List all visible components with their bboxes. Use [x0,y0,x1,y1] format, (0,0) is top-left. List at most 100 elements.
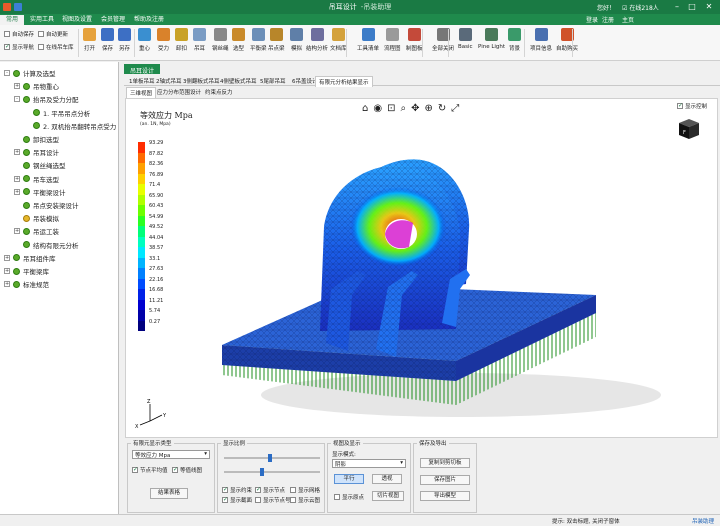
show-origin-checkbox[interactable]: 显示原点 [334,493,364,501]
slice-view-button[interactable]: 切片视图 [372,491,404,501]
minimize-button[interactable]: – [670,1,684,13]
tool-16[interactable]: 制图板 [406,28,423,58]
tree-item-16[interactable]: + 标准规范 [4,279,49,289]
show-nav-checkbox[interactable]: 显示导航 [4,43,34,51]
tree-item-14[interactable]: + 吊耳组件库 [4,253,56,263]
tree-item-7[interactable]: 钢丝绳选型 [14,160,66,170]
tool-17[interactable]: 全部关闭 [432,28,454,58]
show-mesh-box[interactable] [290,487,296,493]
expand-icon[interactable]: + [14,228,20,235]
show-constraint-box[interactable] [222,486,228,493]
tool-15[interactable]: 流程图 [384,28,401,58]
fe-type-select[interactable]: 等效应力 Mpa ▾ [132,450,210,459]
online-crane-box[interactable] [38,44,44,50]
tool-12[interactable]: 结构分析 [306,28,328,58]
collapse-icon[interactable]: - [14,96,20,103]
menu-member[interactable]: 会员管理 [95,15,131,25]
tree-item-9[interactable]: + 平衡梁设计 [14,187,66,197]
tool-10[interactable]: 吊点梁 [268,28,285,58]
scale-slider-1[interactable] [224,454,320,462]
scale-slider-2[interactable] [224,468,320,476]
fea-model[interactable]: Z Y X [126,99,718,438]
show-node-number-checkbox[interactable]: 显示节点号 [255,496,291,504]
tool-13[interactable]: 文档库 [330,28,347,58]
auto-save-checkbox[interactable]: 自动保存 [4,30,34,38]
tool-9[interactable]: 平衡梁 [250,28,267,58]
display-mode-select[interactable]: 阴影 ▾ [332,459,406,468]
tree-item-12[interactable]: + 吊运工装 [14,226,59,236]
scale-slider-2-thumb[interactable] [260,468,264,476]
contour-box[interactable] [172,466,178,473]
collapse-icon[interactable]: - [4,70,10,76]
result-table-button[interactable]: 结果表格 [150,488,188,499]
tool-14[interactable]: 工具清单 [357,28,379,58]
tree-item-4[interactable]: 2. 双机抬吊翻转吊点受力 [24,121,116,131]
tree-item-15[interactable]: + 平衡梁库 [4,266,49,276]
tree-item-13[interactable]: 结构有限元分析 [14,240,79,250]
expand-icon[interactable]: + [14,175,20,182]
scale-slider-1-thumb[interactable] [268,454,272,462]
show-node-number-box[interactable] [255,497,261,503]
tool-0[interactable]: 打开 [83,28,96,58]
node-avg-box[interactable] [132,466,138,473]
expand-icon[interactable]: + [14,83,20,90]
show-cloud-checkbox[interactable]: 显示云图 [290,496,320,504]
3d-viewport[interactable]: ⌂ ◉ ⊡ ⌕ ✥ ⊕ ↻ ⤢ 显示控制 F 等效应力 Mpa (an. 1N,… [125,98,718,438]
show-section-checkbox[interactable]: 显示截面 [222,496,252,504]
design-tab-6[interactable]: 有限元分析结果显示 [315,76,373,87]
show-constraint-checkbox[interactable]: 显示约束 [222,486,252,494]
tool-20[interactable]: 背景 [508,28,521,58]
menu-help[interactable]: 帮助及注册 [128,15,170,25]
menu-view-settings[interactable]: 视图及设置 [56,15,98,25]
tool-19[interactable]: Pine Light [478,28,505,58]
show-mesh-checkbox[interactable]: 显示网格 [290,486,320,494]
save-image-button[interactable]: 保存图片 [420,475,470,485]
auto-save-box[interactable] [4,31,10,37]
tool-6[interactable]: 吊耳 [193,28,206,58]
tree-item-0[interactable]: - 计算及选型 [4,68,56,78]
close-button[interactable]: ✕ [702,1,716,13]
parallel-button[interactable]: 平行 [334,474,364,484]
tool-3[interactable]: 重心 [138,28,151,58]
show-origin-box[interactable] [334,494,340,500]
tree-item-10[interactable]: 吊点安装梁设计 [14,200,79,210]
show-nodes-box[interactable] [255,486,261,493]
expand-icon[interactable]: + [4,268,10,274]
tree-item-1[interactable]: + 吊物重心 [14,81,59,91]
tool-1[interactable]: 保存 [101,28,114,58]
tool-4[interactable]: 受力 [157,28,170,58]
tool-2[interactable]: 另存 [118,28,131,58]
tool-5[interactable]: 卸扣 [175,28,188,58]
tool-22[interactable]: 自助购买 [556,28,578,58]
menu-common[interactable]: 常用 [0,15,25,25]
result-tab-1[interactable]: 应力分布范围设计 [154,87,204,97]
menu-tools[interactable]: 实用工具 [24,15,60,25]
status-brand[interactable]: 吊装助理 [692,517,714,525]
copy-clipboard-button[interactable]: 复制到剪切板 [420,458,470,468]
auto-update-checkbox[interactable]: 自动更新 [38,30,68,38]
tool-11[interactable]: 模拟 [290,28,303,58]
maximize-button[interactable]: □ [685,1,699,13]
show-section-box[interactable] [222,496,228,503]
expand-icon[interactable]: + [14,149,20,156]
expand-icon[interactable]: + [14,188,20,195]
tree-item-11[interactable]: 吊装模拟 [14,213,59,223]
show-cloud-box[interactable] [290,497,296,503]
tool-7[interactable]: 钢丝绳 [212,28,229,58]
tree-item-2[interactable]: - 抬吊及受力分配 [14,94,79,104]
login-link[interactable]: 登录 [586,15,598,24]
tool-8[interactable]: 选型 [232,28,245,58]
tool-21[interactable]: 项目信息 [530,28,552,58]
show-nodes-checkbox[interactable]: 显示节点 [255,486,285,494]
doc-tab-lug-design[interactable]: 吊耳设计 [124,64,161,75]
result-tab-0[interactable]: 三维视图 [126,87,157,98]
tree-item-6[interactable]: + 吊耳设计 [14,147,59,157]
tree-item-5[interactable]: 卸扣选型 [14,134,59,144]
contour-checkbox[interactable]: 等值线图 [172,466,202,474]
auto-update-box[interactable] [38,31,44,37]
design-tab-4[interactable]: 5尾部吊耳 [257,76,289,86]
tree-item-3[interactable]: 1. 平吊吊点分析 [24,108,90,118]
tree-item-8[interactable]: + 吊车选型 [14,174,59,184]
online-crane-checkbox[interactable]: 在线吊车库 [38,43,74,51]
show-nav-box[interactable] [4,43,10,50]
